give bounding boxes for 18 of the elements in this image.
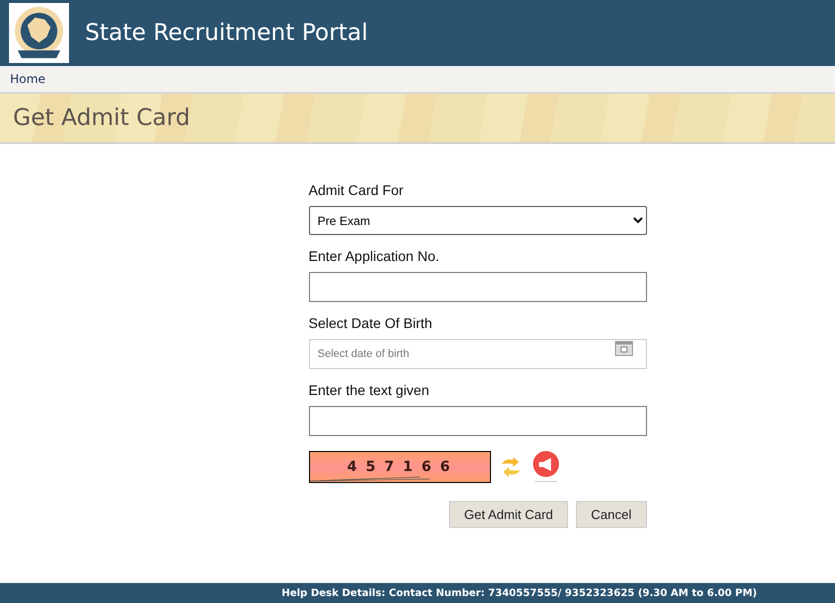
field-label: Select Date Of Birth [308, 315, 434, 331]
megaphone-icon[interactable] [530, 450, 560, 484]
field-label: Enter Application No. [308, 248, 440, 264]
text-input-field[interactable] [308, 406, 646, 436]
admit-card-dropdown[interactable]: Pre Exam [308, 206, 646, 235]
calendar-icon[interactable] [614, 340, 632, 356]
captcha-text: 4 5 7 1 6 6 [347, 459, 452, 475]
emblem-logo [9, 3, 69, 63]
help-desk-text: Help Desk Details: Contact Number: 7340557555/ 9352323625 (9.30 AM to 6.00 PM) [282, 588, 757, 598]
home-link[interactable]: Home [10, 72, 46, 86]
field-label: Admit Card For [308, 182, 404, 198]
cancel-button[interactable]: Cancel [576, 501, 646, 528]
portal-title: State Recruitment Portal [85, 20, 368, 46]
get-admit-card-button[interactable]: Get Admit Card [449, 501, 568, 528]
page-title: Get Admit Card [13, 105, 190, 131]
field-label: Enter the text given [308, 382, 430, 398]
date-of-birth-field[interactable]: Select date of birth [308, 339, 646, 369]
text-input-field[interactable] [308, 272, 646, 302]
